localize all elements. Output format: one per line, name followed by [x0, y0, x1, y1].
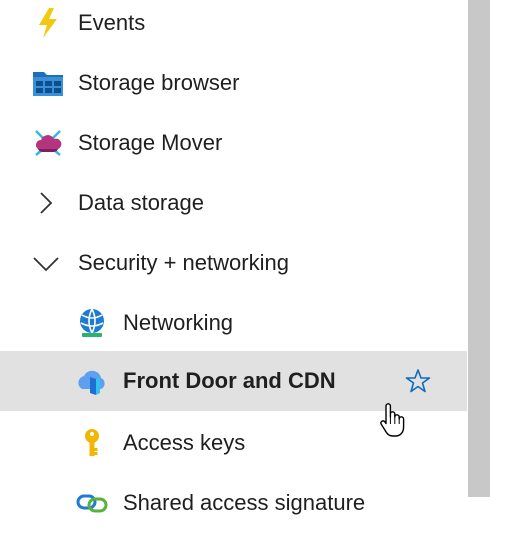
lightning-icon [32, 7, 64, 39]
networking-icon [76, 307, 108, 339]
chevron-down-icon[interactable] [32, 249, 60, 277]
menu-item-security-networking[interactable]: Security + networking [0, 233, 467, 293]
menu-item-storage-browser[interactable]: Storage browser [0, 53, 467, 113]
hand-pointer-cursor-icon [376, 402, 406, 438]
scrollbar-thumb[interactable] [468, 0, 490, 497]
menu-item-label: Front Door and CDN [123, 368, 336, 393]
menu-item-label: Shared access signature [123, 490, 366, 515]
menu-item-label: Data storage [78, 190, 204, 215]
menu-item-label: Events [78, 10, 146, 35]
menu-item-events[interactable]: Events [0, 0, 467, 53]
storage-browser-icon [32, 67, 64, 99]
menu-item-storage-mover[interactable]: Storage Mover [0, 113, 467, 173]
key-icon [76, 427, 108, 459]
navigation-menu: Events Storage browser Storage Mover Dat… [0, 0, 467, 527]
menu-item-data-storage[interactable]: Data storage [0, 173, 467, 233]
shared-access-signature-icon [76, 487, 108, 519]
menu-item-label: Networking [123, 310, 234, 335]
menu-item-label: Access keys [123, 430, 246, 455]
menu-item-shared-access-signature[interactable]: Shared access signature [0, 473, 467, 533]
menu-item-networking[interactable]: Networking [0, 293, 467, 353]
star-icon[interactable] [404, 367, 432, 395]
menu-item-label: Storage Mover [78, 130, 223, 155]
chevron-right-icon[interactable] [32, 189, 60, 217]
front-door-cdn-icon [76, 365, 108, 397]
storage-mover-icon [32, 127, 64, 159]
menu-item-label: Storage browser [78, 70, 240, 95]
menu-item-label: Security + networking [78, 250, 289, 275]
